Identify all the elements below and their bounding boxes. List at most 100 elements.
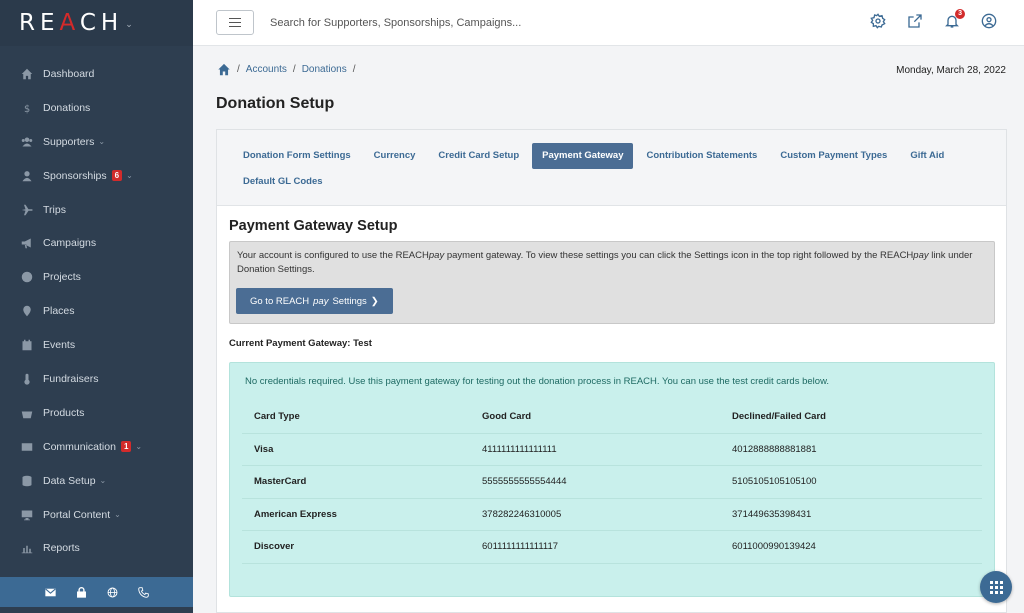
gateway-info-text: Your account is configured to use the RE…: [237, 250, 973, 275]
current-date: Monday, March 28, 2022: [896, 65, 1006, 76]
dollar-icon: $: [20, 101, 34, 115]
sidebar: REACH ⌄ Dashboard $ Donations Supporters ⌄…: [0, 0, 193, 613]
good-card-cell: 5555555555554444: [470, 465, 720, 499]
top-header: 3: [193, 0, 1024, 46]
table-row: MasterCard 5555555555554444 510510510510…: [242, 465, 982, 499]
sidebar-item-fundraisers[interactable]: Fundraisers: [0, 362, 193, 396]
plane-icon: [20, 203, 34, 217]
phone-icon[interactable]: [137, 586, 150, 599]
card-type-cell: Discover: [242, 530, 470, 564]
home-icon[interactable]: [217, 63, 231, 76]
declined-card-cell: 6011000990139424: [720, 530, 982, 564]
sidebar-item-dashboard[interactable]: Dashboard: [0, 57, 193, 91]
logo-chevron-down-icon[interactable]: ⌄: [125, 19, 133, 30]
go-to-reachpay-settings-button[interactable]: Go to REACH pay Settings ❯: [236, 288, 393, 314]
globe-icon: [20, 270, 34, 284]
megaphone-icon: [20, 236, 34, 250]
database-icon: [20, 474, 34, 488]
sidebar-item-portal-content[interactable]: Portal Content ⌄: [0, 498, 193, 532]
menu-toggle-button[interactable]: [216, 10, 254, 35]
declined-card-cell: 4012888888881881: [720, 433, 982, 466]
sidebar-item-data-setup[interactable]: Data Setup ⌄: [0, 464, 193, 498]
sidebar-item-campaigns[interactable]: Campaigns: [0, 226, 193, 260]
monitor-icon: [20, 508, 34, 522]
thermometer-icon: [20, 372, 34, 386]
tab-gift-aid[interactable]: Gift Aid: [900, 143, 954, 169]
breadcrumb-separator: /: [237, 64, 240, 75]
section-title: Payment Gateway Setup: [229, 218, 398, 234]
table-row: American Express 378282246310005 3714496…: [242, 498, 982, 531]
lock-icon[interactable]: [75, 586, 88, 599]
breadcrumb-separator: /: [352, 64, 356, 75]
column-header: Declined/Failed Card: [720, 401, 982, 434]
column-header: Card Type: [242, 401, 470, 434]
sidebar-item-supporters[interactable]: Supporters ⌄: [0, 125, 193, 159]
grid-icon: [989, 580, 1003, 594]
good-card-cell: 6011111111111117: [470, 530, 720, 564]
sidebar-item-communication[interactable]: Communication 1 ⌄: [0, 430, 193, 464]
map-pin-icon: [20, 304, 34, 318]
sidebar-item-products[interactable]: Products: [0, 396, 193, 430]
current-gateway-label: Current Payment Gateway: Test: [229, 338, 372, 349]
column-header: Good Card: [470, 401, 720, 434]
table-row: Discover 6011111111111117 60110009901394…: [242, 530, 982, 564]
home-icon: [20, 67, 34, 81]
chevron-down-icon: ⌄: [126, 171, 133, 181]
svg-text:$: $: [24, 104, 30, 114]
sidebar-item-trips[interactable]: Trips: [0, 193, 193, 227]
chevron-down-icon: ⌄: [99, 476, 107, 486]
settings-icon[interactable]: [869, 12, 887, 30]
sidebar-item-places[interactable]: Places: [0, 294, 193, 328]
test-gateway-note: No credentials required. Use this paymen…: [245, 376, 830, 387]
card-type-cell: Visa: [242, 433, 470, 466]
chevron-down-icon: ⌄: [114, 510, 121, 520]
good-card-cell: 4111111111111111: [470, 433, 720, 466]
tab-credit-card-setup[interactable]: Credit Card Setup: [428, 143, 529, 169]
chevron-right-icon: ❯: [370, 295, 379, 307]
card-type-cell: American Express: [242, 498, 470, 531]
tab-default-gl-codes[interactable]: Default GL Codes: [233, 169, 333, 195]
breadcrumb-donations[interactable]: Donations: [302, 64, 347, 75]
declined-card-cell: 5105105105105100: [720, 465, 982, 499]
users-icon: [20, 135, 34, 149]
tab-currency[interactable]: Currency: [364, 143, 426, 169]
bar-chart-icon: [20, 541, 34, 555]
breadcrumb-accounts[interactable]: Accounts: [246, 64, 287, 75]
sidebar-item-reports[interactable]: Reports: [0, 531, 193, 565]
test-cards-panel: No credentials required. Use this paymen…: [229, 362, 995, 597]
globe-icon[interactable]: [106, 586, 119, 599]
card-type-cell: MasterCard: [242, 465, 470, 499]
search-input[interactable]: [270, 16, 570, 29]
chevron-down-icon: ⌄: [98, 137, 106, 147]
notification-badge: 3: [955, 9, 965, 19]
sidebar-item-projects[interactable]: Projects: [0, 260, 193, 294]
communication-badge: 1: [120, 441, 132, 453]
calendar-icon: [20, 338, 34, 352]
sponsorships-badge: 6: [111, 170, 123, 182]
sidebar-item-donations[interactable]: $ Donations: [0, 91, 193, 125]
bell-icon[interactable]: 3: [943, 9, 965, 30]
tab-custom-payment-types[interactable]: Custom Payment Types: [770, 143, 897, 169]
tab-contribution-statements[interactable]: Contribution Statements: [636, 143, 767, 169]
table-row: Visa 4111111111111111 4012888888881881: [242, 433, 982, 466]
setup-tabs: Donation Form Settings Currency Credit C…: [217, 130, 1006, 206]
breadcrumb-separator: /: [292, 64, 296, 75]
chevron-down-icon: ⌄: [135, 442, 143, 452]
tab-donation-form-settings[interactable]: Donation Form Settings: [233, 143, 361, 169]
user-circle-icon[interactable]: [980, 12, 998, 30]
user-icon: [20, 169, 34, 183]
basket-icon: [20, 406, 34, 420]
sidebar-item-sponsorships[interactable]: Sponsorships 6 ⌄: [0, 159, 193, 193]
logo-text: REACH: [19, 10, 124, 36]
sidebar-nav: Dashboard $ Donations Supporters ⌄ Sponsor…: [0, 46, 193, 565]
header-icons: 3: [869, 9, 998, 30]
table-header-row: Card Type Good Card Declined/Failed Card: [242, 401, 982, 434]
tab-payment-gateway[interactable]: Payment Gateway: [532, 143, 634, 169]
mail-icon[interactable]: [44, 586, 57, 599]
good-card-cell: 378282246310005: [470, 498, 720, 531]
external-link-icon[interactable]: [906, 12, 924, 30]
app-logo[interactable]: REACH ⌄: [0, 0, 193, 46]
apps-grid-button[interactable]: [980, 571, 1012, 603]
sidebar-item-events[interactable]: Events: [0, 328, 193, 362]
breadcrumb: / Accounts / Donations /: [217, 63, 356, 76]
